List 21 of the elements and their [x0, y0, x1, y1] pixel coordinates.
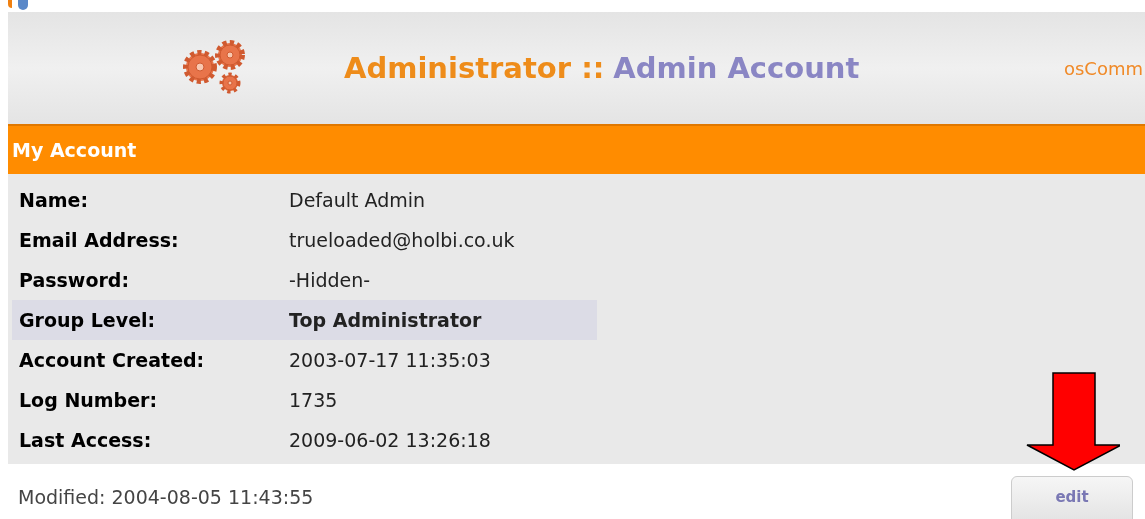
field-value: Top Administrator	[289, 309, 483, 331]
field-value: 1735	[289, 389, 339, 411]
field-label: Name:	[19, 189, 89, 211]
field-value: trueloaded@holbi.co.uk	[289, 229, 516, 251]
field-label: Password:	[19, 269, 131, 291]
section-title-bar: My Account	[8, 124, 1145, 174]
brand-name: osComm	[1063, 57, 1143, 79]
field-label: Last Access:	[19, 429, 153, 451]
field-value: Default Admin	[289, 189, 426, 211]
field-label: Account Created:	[19, 349, 206, 371]
modified-date: Modified: 2004-08-05 11:43:55	[18, 486, 314, 508]
field-label: Group Level:	[19, 309, 157, 331]
page-section-title: Administrator ::	[344, 51, 605, 85]
page-title: Admin Account	[613, 51, 860, 85]
field-label: Log Number:	[19, 389, 159, 411]
field-value: -Hidden-	[289, 269, 372, 291]
field-value: 2003-07-17 11:35:03	[289, 349, 492, 371]
field-value: 2009-06-02 13:26:18	[289, 429, 492, 451]
field-label: Email Address:	[19, 229, 180, 251]
dots-icon	[8, 0, 28, 10]
edit-button[interactable]: edit	[1011, 476, 1133, 519]
